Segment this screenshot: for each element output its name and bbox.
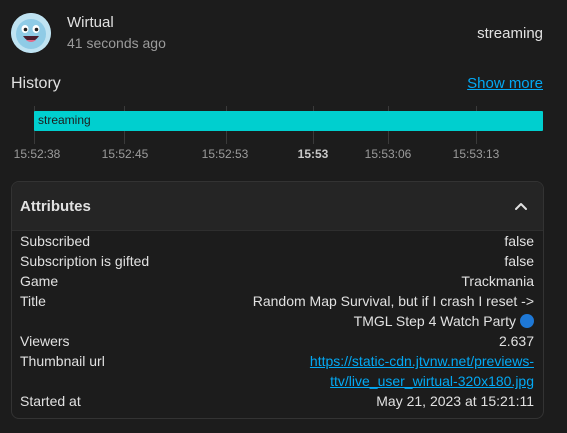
title-line-2-text: TMGL Step 4 Watch Party [353, 313, 516, 329]
attributes-title: Attributes [20, 198, 91, 215]
thumbnail-url-link[interactable]: https://static-cdn.jtvnw.net/previews- t… [310, 353, 534, 393]
attributes-panel: Attributes Subscribed false Subscription… [11, 181, 544, 419]
attribute-key: Thumbnail url [20, 353, 105, 369]
attribute-value: false [504, 253, 534, 269]
attribute-key: Subscription is gifted [20, 253, 150, 269]
show-more-link[interactable]: Show more [467, 75, 543, 92]
attribute-value: May 21, 2023 at 15:21:11 [376, 393, 534, 409]
chevron-up-icon[interactable] [511, 196, 531, 216]
title-line-2: TMGL Step 4 Watch Party [253, 313, 534, 333]
tick-label: 15:53:13 [452, 147, 500, 161]
last-changed: 41 seconds ago [67, 35, 166, 51]
attribute-value: false [504, 233, 534, 249]
history-timeline: streaming 15:52:38 15:52:45 15:52:53 15:… [0, 100, 567, 170]
avatar-face-icon [11, 13, 51, 53]
attribute-value: Random Map Survival, but if I crash I re… [253, 293, 534, 333]
url-line-2[interactable]: ttv/live_user_wirtual-320x180.jpg [310, 373, 534, 393]
avatar[interactable] [11, 13, 51, 53]
tick-label: 15:52:38 [13, 147, 61, 161]
blue-circle-emoji-icon [520, 314, 534, 328]
entity-name: Wirtual [67, 14, 114, 31]
attribute-key: Started at [20, 393, 81, 409]
attribute-key: Game [20, 273, 59, 289]
tick-label: 15:53:06 [364, 147, 412, 161]
tick-label: 15:53 [297, 147, 329, 161]
tick-label: 15:52:53 [201, 147, 249, 161]
entity-state: streaming [477, 25, 543, 42]
timeline-bar-label: streaming [38, 113, 91, 127]
attribute-key: Viewers [20, 333, 70, 349]
tick-label: 15:52:45 [101, 147, 149, 161]
title-line-1: Random Map Survival, but if I crash I re… [252, 293, 534, 309]
entity-header: Wirtual 41 seconds ago streaming [0, 0, 567, 66]
attribute-key: Subscribed [20, 233, 91, 249]
state-timeline-bar[interactable]: streaming [34, 111, 543, 131]
url-line-1[interactable]: https://static-cdn.jtvnw.net/previews- [310, 353, 534, 373]
attribute-key: Title [20, 293, 46, 309]
attribute-value: Trackmania [461, 273, 534, 289]
attributes-header[interactable]: Attributes [12, 182, 543, 231]
history-title: History [11, 75, 61, 92]
attribute-value: 2.637 [498, 333, 534, 349]
